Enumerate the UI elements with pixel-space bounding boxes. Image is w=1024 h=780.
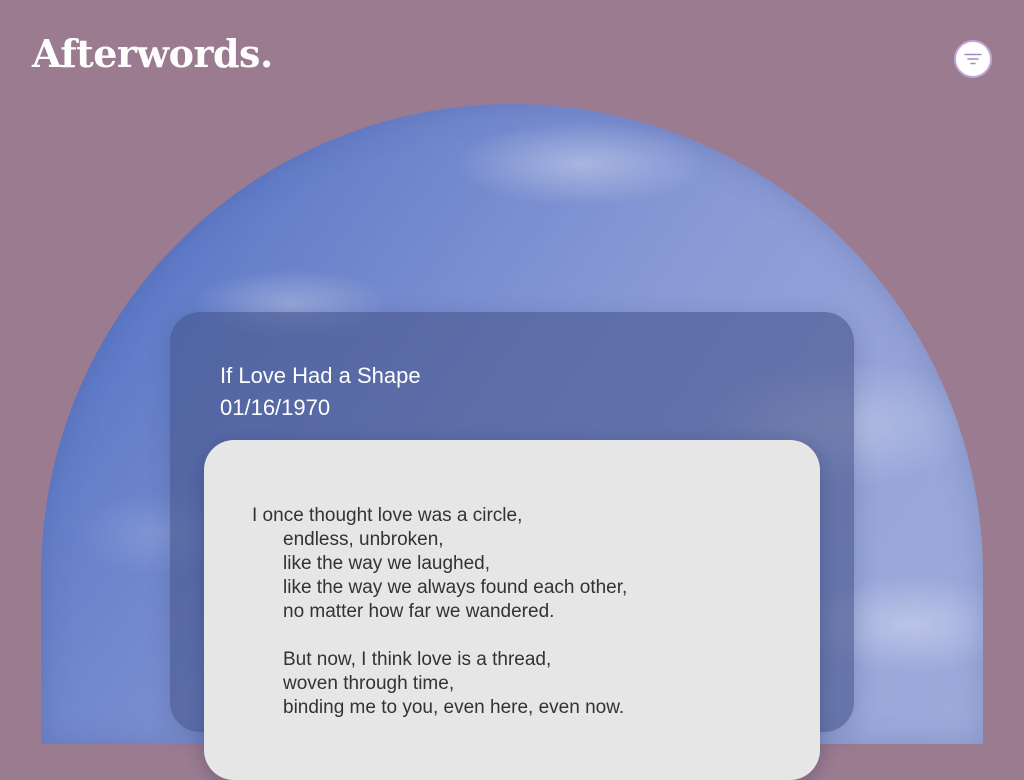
filter-icon — [964, 53, 982, 65]
poem-line: no matter how far we wandered. — [283, 601, 555, 622]
poem-line: like the way we laughed, — [283, 553, 491, 574]
poem-line: But now, I think love is a thread, — [283, 649, 552, 670]
poem-title: If Love Had a Shape — [220, 363, 421, 388]
poem-line: endless, unbroken, — [283, 529, 444, 550]
filter-button[interactable] — [954, 40, 992, 78]
poem-stanza-break — [252, 624, 627, 648]
poem-line: I once thought love was a circle, — [252, 505, 523, 526]
poem-date: 01/16/1970 — [220, 395, 331, 420]
poem-line: binding me to you, even here, even now. — [283, 697, 625, 718]
poem-card-overlay: If Love Had a Shape 01/16/1970 I once th… — [170, 312, 854, 780]
poem-body: I once thought love was a circle, endless… — [252, 504, 627, 720]
site-logo[interactable]: Afterwords. — [32, 30, 273, 78]
poem-line: woven through time, — [283, 673, 455, 694]
poem-text-card: I once thought love was a circle, endless… — [204, 440, 820, 780]
poem-line: like the way we always found each other, — [283, 577, 628, 598]
